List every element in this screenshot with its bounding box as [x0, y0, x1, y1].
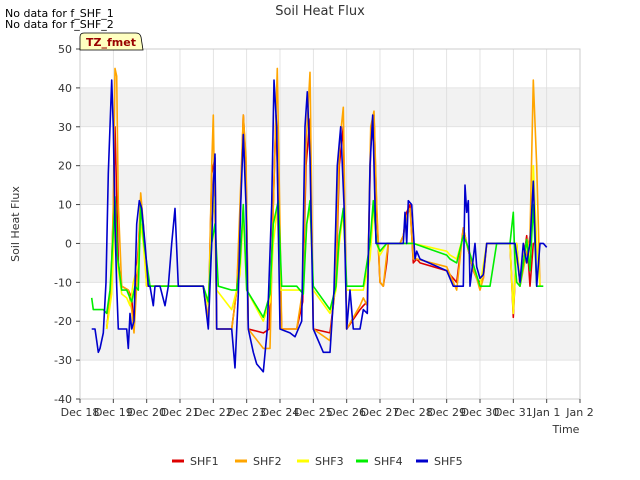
- y-tick-label: 10: [58, 199, 72, 212]
- grid-band-1: [80, 165, 580, 205]
- y-axis-label: Soil Heat Flux: [9, 186, 22, 262]
- y-tick-label: 30: [58, 121, 72, 134]
- grid-band-0: [80, 87, 580, 127]
- y-tick-label: -40: [54, 393, 72, 406]
- x-tick-label: Jan 2: [565, 406, 593, 419]
- legend-label-shf2: SHF2: [253, 455, 282, 468]
- legend: SHF1 SHF2 SHF3 SHF4 SHF5: [172, 455, 463, 468]
- x-tick-labels: Dec 18Dec 19Dec 20Dec 21Dec 22Dec 23Dec …: [61, 399, 594, 419]
- legend-label-shf1: SHF1: [190, 455, 219, 468]
- grid-band-2: [80, 243, 580, 283]
- series-line-shf1: [105, 114, 537, 334]
- y-tick-label: 0: [65, 237, 72, 250]
- y-tick-label: -10: [54, 276, 72, 289]
- legend-label-shf5: SHF5: [434, 455, 463, 468]
- legend-label-shf3: SHF3: [315, 455, 344, 468]
- annotation-box: TZ_fmet: [79, 32, 144, 51]
- annotation-label: TZ_fmet: [86, 36, 136, 49]
- background-bands: [80, 87, 580, 361]
- x-axis-label: Time: [552, 423, 580, 436]
- x-tick-label: Jan 1: [532, 406, 560, 419]
- y-tick-label: -20: [54, 315, 72, 328]
- y-tick-label: -30: [54, 354, 72, 367]
- y-tick-label: 20: [58, 160, 72, 173]
- soil-heat-flux-chart: Dec 18Dec 19Dec 20Dec 21Dec 22Dec 23Dec …: [9, 4, 594, 468]
- y-tick-label: 40: [58, 82, 72, 95]
- y-tick-label: 50: [58, 43, 72, 56]
- y-tick-labels: -40 -30 -20 -10 0 10 20 30 40 50: [54, 43, 80, 406]
- legend-label-shf4: SHF4: [374, 455, 403, 468]
- chart-title: Soil Heat Flux: [275, 4, 365, 19]
- x-tick-label: Dec 31: [494, 406, 533, 419]
